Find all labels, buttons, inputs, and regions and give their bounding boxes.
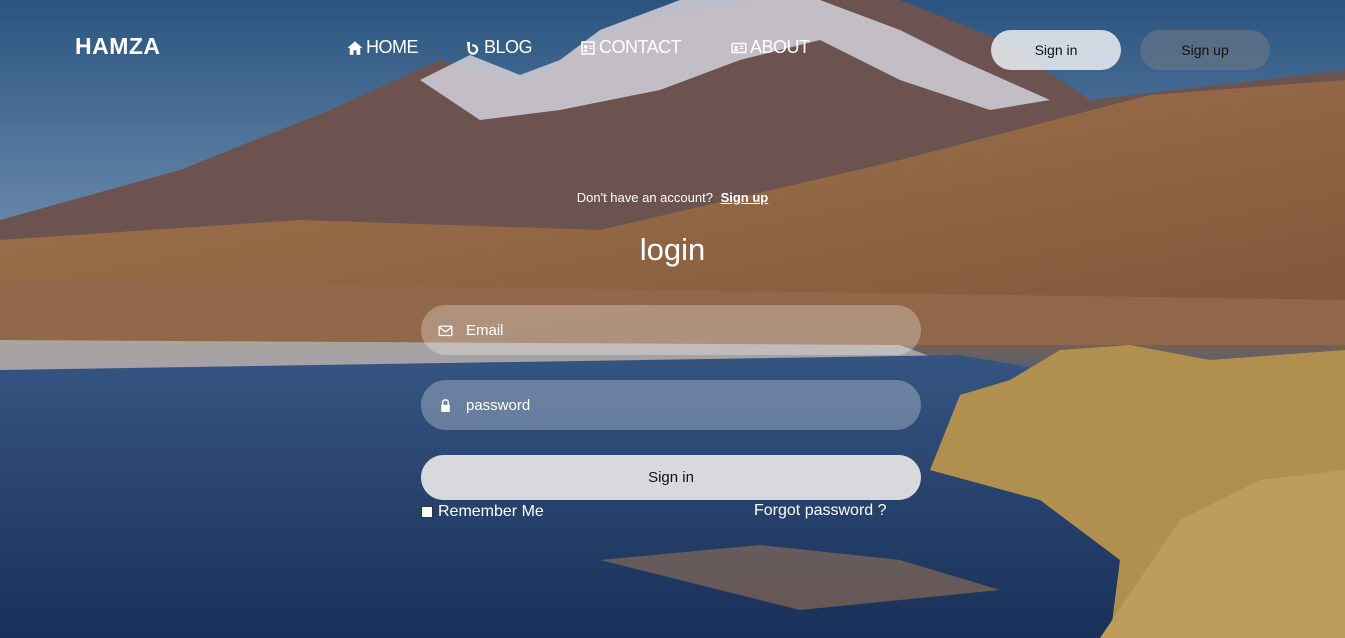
nav-item-label: ABOUT: [750, 37, 810, 57]
nav-item-contact[interactable]: CONTACT: [579, 37, 682, 58]
email-field-wrapper: [421, 305, 921, 355]
password-field-wrapper: [421, 380, 921, 430]
remember-me[interactable]: Remember Me: [421, 503, 544, 521]
blog-icon: [467, 41, 479, 55]
remember-checkbox[interactable]: [421, 506, 433, 518]
signup-prompt: Don't have an account? Sign up: [0, 190, 1345, 205]
nav-item-label: BLOG: [484, 37, 533, 57]
contact-icon: [581, 40, 595, 55]
nav-item-label: HOME: [366, 37, 419, 57]
envelope-icon: [438, 325, 453, 336]
brand-logo[interactable]: HAMZA: [75, 33, 161, 60]
nav-item-about[interactable]: ABOUT: [730, 37, 810, 58]
email-field[interactable]: [466, 321, 886, 339]
nav-item-home[interactable]: HOME: [346, 37, 419, 58]
signin-submit-button[interactable]: Sign in: [421, 455, 921, 500]
password-field[interactable]: [466, 396, 886, 414]
remember-label: Remember Me: [438, 503, 544, 520]
home-icon: [347, 40, 363, 55]
forgot-password-link[interactable]: Forgot password ?: [754, 502, 887, 520]
nav-item-blog[interactable]: BLOG: [464, 37, 533, 58]
signup-link[interactable]: Sign up: [721, 190, 769, 205]
nav-signup-button[interactable]: Sign up: [1140, 30, 1270, 70]
nav-signin-button[interactable]: Sign in: [991, 30, 1121, 70]
top-navigation: HAMZA HOME BLOG CONTACT ABOUT Sign in Si…: [0, 0, 1345, 98]
nav-item-label: CONTACT: [599, 37, 682, 57]
lock-icon: [441, 398, 450, 412]
about-icon: [731, 42, 747, 53]
page-title: login: [639, 232, 706, 267]
signup-prompt-text: Don't have an account?: [576, 190, 713, 205]
